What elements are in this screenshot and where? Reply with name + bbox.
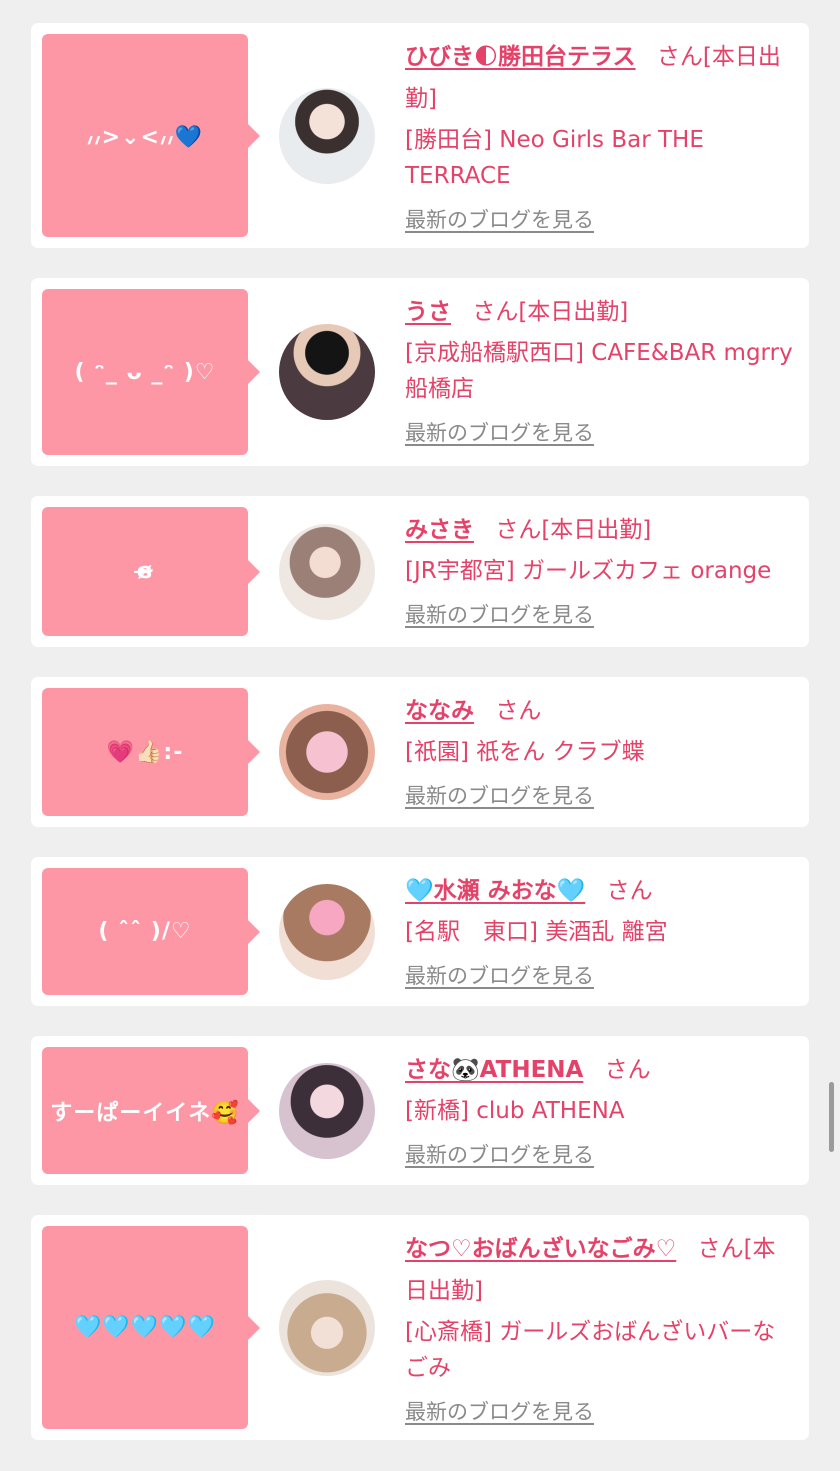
list-item: すーぱーイイネ🥰 さな🐼ATHENA さん [新橋] club ATHENA 最…: [31, 1036, 809, 1185]
shop-name: [勝田台] Neo Girls Bar THE TERRACE: [405, 127, 704, 189]
user-name-link[interactable]: ひびき🌓勝田台テラス: [405, 44, 636, 70]
avatar[interactable]: [278, 523, 375, 620]
latest-blog-link[interactable]: 最新のブログを見る: [405, 415, 594, 451]
user-name-link[interactable]: なつ♡おばんざいなごみ♡: [405, 1236, 676, 1262]
latest-blog-link[interactable]: 最新のブログを見る: [405, 202, 594, 238]
post-info: さな🐼ATHENA さん [新橋] club ATHENA 最新のブログを見る: [405, 1047, 798, 1174]
reaction-bubble: ( ˆˆ )/♡: [42, 868, 260, 995]
user-name-link[interactable]: ななみ: [405, 698, 474, 724]
reaction-text: ( ˆˆ )/♡: [98, 919, 192, 944]
reaction-bubble: ៸៸>⌄<៸៸💙: [42, 34, 260, 237]
shop-name: [名駅 東口] 美酒乱 離宮: [405, 919, 668, 945]
avatar[interactable]: [278, 883, 375, 980]
latest-blog-link[interactable]: 最新のブログを見る: [405, 1137, 594, 1173]
post-info: みさき さん[本日出勤] [JR宇都宮] ガールズカフェ orange 最新のブ…: [405, 507, 798, 636]
scrollbar-thumb[interactable]: [829, 1082, 834, 1152]
reaction-text: 🩵🩵🩵🩵🩵: [74, 1315, 216, 1340]
post-info: なつ♡おばんざいなごみ♡ さん[本日出勤] [心斎橋] ガールズおばんざいバーな…: [405, 1226, 798, 1429]
avatar[interactable]: [278, 87, 375, 184]
list-item: ( ˆˆ )/♡ 🩵水瀬 みおな🩵 さん [名駅 東口] 美酒乱 離宮 最新のブ…: [31, 857, 809, 1006]
shop-name: [心斎橋] ガールズおばんざいバーなごみ: [405, 1319, 776, 1381]
user-suffix: さん: [606, 878, 653, 904]
list-item: ( ᵔ_ ᴗ _ᵔ )♡ うさ さん[本日出勤] [京成船橋駅西口] CAFE&…: [31, 278, 809, 466]
list-item: ៸៸>⌄<៸៸💙 ひびき🌓勝田台テラス さん[本日出勤] [勝田台] Neo G…: [31, 23, 809, 248]
avatar[interactable]: [278, 1279, 375, 1376]
blog-like-feed: ៸៸>⌄<៸៸💙 ひびき🌓勝田台テラス さん[本日出勤] [勝田台] Neo G…: [31, 23, 809, 1440]
reaction-bubble: すーぱーイイネ🥰: [42, 1047, 260, 1174]
user-name-link[interactable]: さな🐼ATHENA: [405, 1057, 583, 1083]
avatar[interactable]: [278, 324, 375, 420]
post-info: ひびき🌓勝田台テラス さん[本日出勤] [勝田台] Neo Girls Bar …: [405, 34, 798, 237]
user-name-link[interactable]: うさ: [405, 299, 451, 325]
shop-name: [祇園] 祇をん クラブ蝶: [405, 739, 645, 765]
list-item: 💗👍🏻:- ななみ さん [祇園] 祇をん クラブ蝶 最新のブログを見る: [31, 677, 809, 827]
latest-blog-link[interactable]: 最新のブログを見る: [405, 597, 594, 633]
shop-name: [JR宇都宮] ガールズカフェ orange: [405, 558, 772, 584]
reaction-text: ៸៸>⌄<៸៸💙: [87, 124, 203, 150]
post-info: うさ さん[本日出勤] [京成船橋駅西口] CAFE&BAR mgrry 船橋店…: [405, 289, 798, 455]
user-name-link[interactable]: 🩵水瀬 みおな🩵: [405, 878, 585, 904]
post-info: ななみ さん [祇園] 祇をん クラブ蝶 最新のブログを見る: [405, 688, 798, 816]
user-suffix: さん[本日出勤]: [495, 517, 652, 543]
user-name-link[interactable]: みさき: [405, 517, 474, 543]
reaction-bubble: 💗👍🏻:-: [42, 688, 260, 816]
list-item: 🩵🩵🩵🩵🩵 なつ♡おばんざいなごみ♡ さん[本日出勤] [心斎橋] ガールズおば…: [31, 1215, 809, 1440]
post-info: 🩵水瀬 みおな🩵 さん [名駅 東口] 美酒乱 離宮 最新のブログを見る: [405, 868, 798, 995]
reaction-text: すーぱーイイネ🥰: [50, 1100, 240, 1126]
reaction-text: ɞ̴̶̷: [136, 559, 154, 584]
latest-blog-link[interactable]: 最新のブログを見る: [405, 1394, 594, 1430]
avatar[interactable]: [278, 1062, 375, 1159]
reaction-bubble: 🩵🩵🩵🩵🩵: [42, 1226, 260, 1429]
shop-name: [新橋] club ATHENA: [405, 1098, 625, 1124]
reaction-text: ( ᵔ_ ᴗ _ᵔ )♡: [74, 359, 216, 385]
user-suffix: さん: [495, 698, 542, 724]
user-suffix: さん[本日出勤]: [472, 299, 629, 325]
latest-blog-link[interactable]: 最新のブログを見る: [405, 778, 594, 814]
latest-blog-link[interactable]: 最新のブログを見る: [405, 958, 594, 994]
shop-name: [京成船橋駅西口] CAFE&BAR mgrry 船橋店: [405, 340, 793, 402]
user-suffix: さん: [604, 1057, 651, 1083]
reaction-bubble: ɞ̴̶̷: [42, 507, 260, 636]
reaction-text: 💗👍🏻:-: [106, 739, 184, 765]
reaction-bubble: ( ᵔ_ ᴗ _ᵔ )♡: [42, 289, 260, 455]
list-item: ɞ̴̶̷ みさき さん[本日出勤] [JR宇都宮] ガールズカフェ orange…: [31, 496, 809, 647]
avatar[interactable]: [278, 704, 375, 800]
